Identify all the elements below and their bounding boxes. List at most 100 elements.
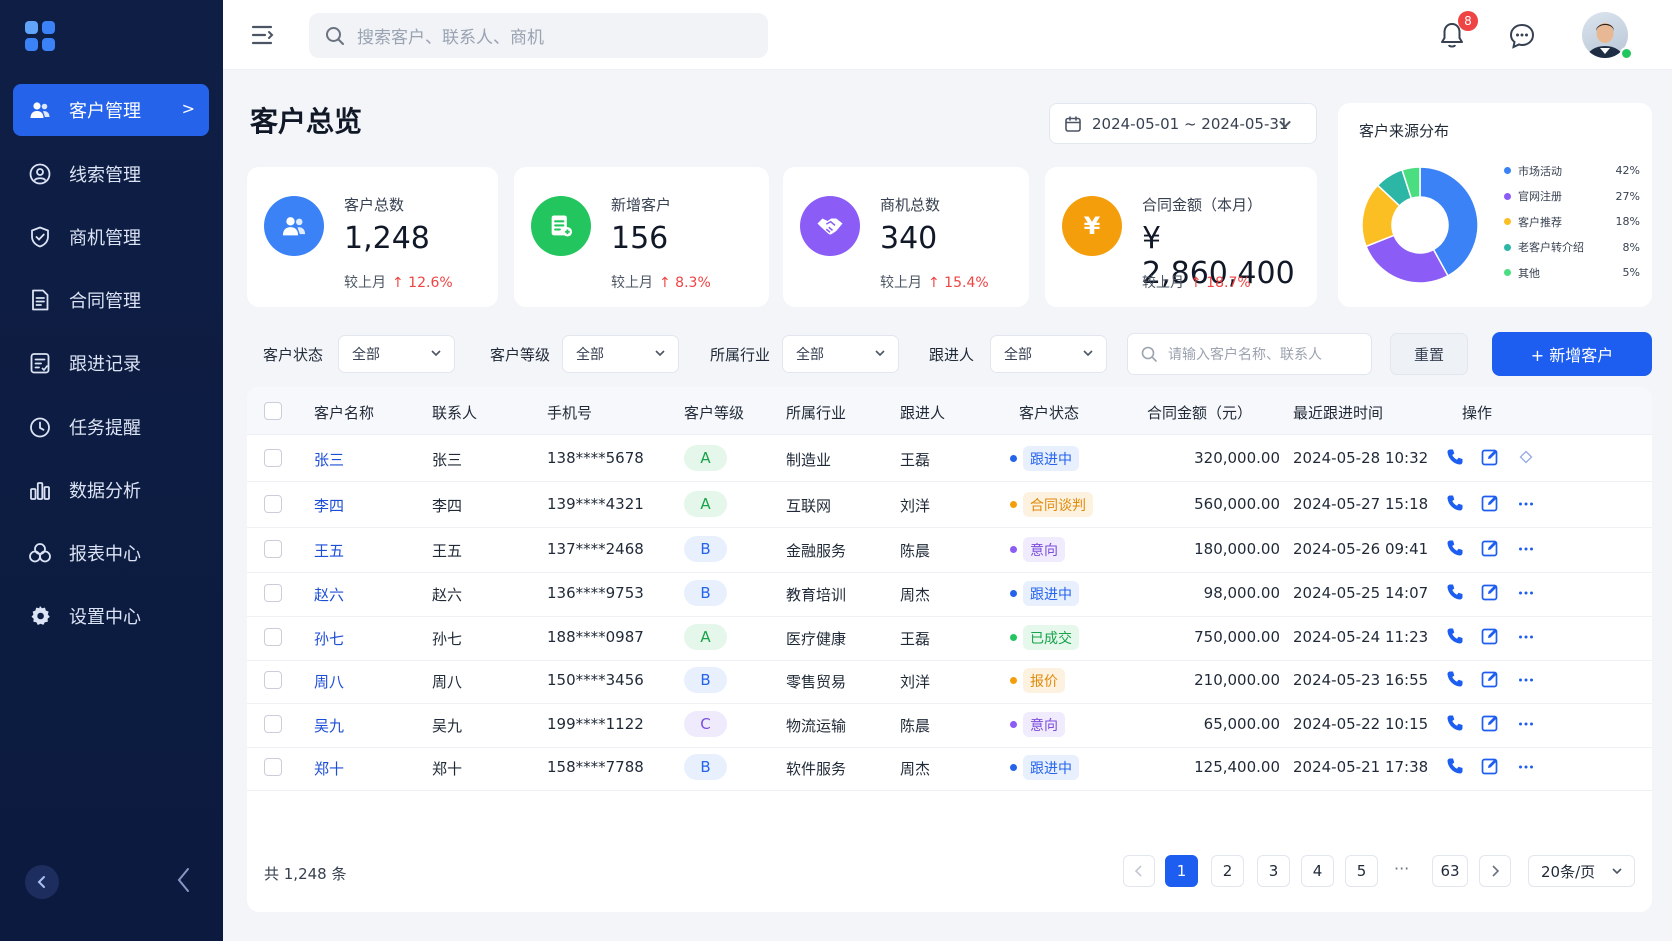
row-checkbox[interactable] — [264, 628, 282, 646]
phone-icon[interactable] — [1445, 538, 1465, 558]
more-icon[interactable] — [1516, 756, 1536, 776]
sidebar-item-7[interactable]: 报表中心 — [13, 527, 209, 579]
menu-icon[interactable] — [250, 24, 274, 46]
sidebar-item-3[interactable]: 合同管理 — [13, 274, 209, 326]
sidebar-item-4[interactable]: 跟进记录 — [13, 337, 209, 389]
collapse-sidebar-button[interactable] — [25, 865, 59, 899]
page-button[interactable]: 1 — [1165, 855, 1198, 887]
date-range-picker[interactable]: 2024-05-01 ~ 2024-05-31 — [1049, 103, 1317, 144]
phone-icon[interactable] — [1445, 626, 1465, 646]
customer-search-input[interactable]: 请输入客户名称、联系人 — [1127, 333, 1372, 375]
row-checkbox[interactable] — [264, 495, 282, 513]
table-row[interactable]: 郑十 郑十 158****7788 B 软件服务 周杰 跟进中 125,400.00 2024-… — [247, 745, 1652, 791]
edit-icon[interactable] — [1480, 582, 1500, 602]
column-header[interactable]: 客户名称 — [314, 402, 374, 423]
column-header[interactable]: 客户状态 — [1019, 402, 1079, 423]
status-filter-select[interactable]: 全部 — [338, 335, 455, 373]
phone-cell: 188****0987 — [547, 628, 644, 646]
customer-name-link[interactable]: 李四 — [314, 495, 344, 516]
page-button[interactable]: 3 — [1257, 855, 1290, 887]
more-icon[interactable] — [1516, 713, 1536, 733]
customer-name-link[interactable]: 王五 — [314, 540, 344, 561]
phone-cell: 158****7788 — [547, 758, 644, 776]
phone-icon[interactable] — [1445, 447, 1465, 467]
phone-cell: 199****1122 — [547, 715, 644, 733]
column-header[interactable]: 客户等级 — [684, 402, 744, 423]
customer-name-link[interactable]: 张三 — [314, 449, 344, 470]
column-header[interactable]: 操作 — [1462, 402, 1492, 423]
collapse-arrow-icon[interactable] — [176, 866, 192, 901]
customer-name-link[interactable]: 赵六 — [314, 584, 344, 605]
edit-icon[interactable] — [1480, 447, 1500, 467]
column-header[interactable]: 最近跟进时间 — [1293, 402, 1383, 423]
phone-icon[interactable] — [1445, 713, 1465, 733]
kpi-card-3: ¥ 合同金额（本月） ¥ 2,860,400 较上月 ↑ 18.7% — [1045, 167, 1317, 307]
customer-name-link[interactable]: 郑十 — [314, 758, 344, 779]
industry-filter-select[interactable]: 全部 — [782, 335, 899, 373]
grade-filter-select[interactable]: 全部 — [562, 335, 679, 373]
row-checkbox[interactable] — [264, 584, 282, 602]
more-diamond-icon[interactable] — [1516, 447, 1536, 467]
table-row[interactable]: 赵六 赵六 136****9753 B 教育培训 周杰 跟进中 98,000.00 2024-0… — [247, 571, 1652, 617]
column-header[interactable]: 合同金额（元） — [1147, 402, 1252, 423]
column-header[interactable]: 所属行业 — [786, 402, 846, 423]
source-legend: 市场活动 42% 官网注册 27% 客户推荐 18% 老客户转介绍 8% 其他 5% — [1504, 158, 1640, 286]
page-button[interactable]: 4 — [1301, 855, 1334, 887]
phone-icon[interactable] — [1445, 493, 1465, 513]
customer-name-link[interactable]: 吴九 — [314, 715, 344, 736]
table-row[interactable]: 孙七 孙七 188****0987 A 医疗健康 王磊 已成交 750,000.00 2024-… — [247, 615, 1652, 661]
last-page-button[interactable]: 63 — [1432, 855, 1468, 887]
phone-icon[interactable] — [1445, 669, 1465, 689]
column-header[interactable]: 跟进人 — [900, 402, 945, 423]
sidebar-item-2[interactable]: 商机管理 — [13, 211, 209, 263]
row-checkbox[interactable] — [264, 540, 282, 558]
sidebar-item-1[interactable]: 线索管理 — [13, 148, 209, 200]
phone-icon[interactable] — [1445, 582, 1465, 602]
row-checkbox[interactable] — [264, 758, 282, 776]
column-header[interactable]: 手机号 — [547, 402, 592, 423]
sidebar-item-5[interactable]: 任务提醒 — [13, 401, 209, 453]
table-row[interactable]: 王五 王五 137****2468 B 金融服务 陈晨 意向 180,000.00 2024-0… — [247, 527, 1652, 573]
more-icon[interactable] — [1516, 582, 1536, 602]
table-row[interactable]: 张三 张三 138****5678 A 制造业 王磊 跟进中 320,000.00 2024-0… — [247, 436, 1652, 482]
owner-filter-select[interactable]: 全部 — [990, 335, 1107, 373]
add-customer-button[interactable]: + 新增客户 — [1492, 332, 1652, 376]
prev-page-button[interactable] — [1123, 855, 1155, 887]
customer-name-link[interactable]: 孙七 — [314, 628, 344, 649]
grade-badge: A — [684, 445, 727, 471]
page-button[interactable]: 5 — [1345, 855, 1378, 887]
chat-icon[interactable] — [1508, 22, 1536, 50]
table-row[interactable]: 李四 李四 139****4321 A 互联网 刘洋 合同谈判 560,000.00 2024-… — [247, 482, 1652, 528]
table-row[interactable]: 周八 周八 150****3456 B 零售贸易 刘洋 报价 210,000.00 2024-0… — [247, 658, 1652, 704]
edit-icon[interactable] — [1480, 713, 1500, 733]
edit-icon[interactable] — [1480, 493, 1500, 513]
document-icon — [27, 287, 53, 313]
more-icon[interactable] — [1516, 538, 1536, 558]
edit-icon[interactable] — [1480, 626, 1500, 646]
edit-icon[interactable] — [1480, 538, 1500, 558]
amount-cell: 320,000.00 — [1194, 449, 1280, 467]
chevron-right-icon — [1492, 865, 1500, 877]
phone-icon[interactable] — [1445, 756, 1465, 776]
table-row[interactable]: 吴九 吴九 199****1122 C 物流运输 陈晨 意向 65,000.00 2024-05… — [247, 702, 1652, 748]
page-size-select[interactable]: 20条/页 — [1528, 855, 1635, 887]
column-header[interactable]: 联系人 — [432, 402, 477, 423]
row-checkbox[interactable] — [264, 715, 282, 733]
row-checkbox[interactable] — [264, 671, 282, 689]
page-button[interactable]: 2 — [1211, 855, 1244, 887]
select-all-checkbox[interactable] — [264, 402, 282, 420]
next-page-button[interactable] — [1479, 855, 1511, 887]
sidebar-item-0[interactable]: 客户管理 > — [13, 84, 209, 136]
more-icon[interactable] — [1516, 669, 1536, 689]
global-search-input[interactable]: 搜索客户、联系人、商机 — [309, 13, 768, 58]
edit-icon[interactable] — [1480, 669, 1500, 689]
reset-button[interactable]: 重置 — [1390, 333, 1468, 375]
customer-name-link[interactable]: 周八 — [314, 671, 344, 692]
more-icon[interactable] — [1516, 493, 1536, 513]
edit-icon[interactable] — [1480, 756, 1500, 776]
amount-cell: 125,400.00 — [1194, 758, 1280, 776]
sidebar-item-6[interactable]: 数据分析 — [13, 464, 209, 516]
more-icon[interactable] — [1516, 626, 1536, 646]
row-checkbox[interactable] — [264, 449, 282, 467]
sidebar-item-8[interactable]: 设置中心 — [13, 590, 209, 642]
